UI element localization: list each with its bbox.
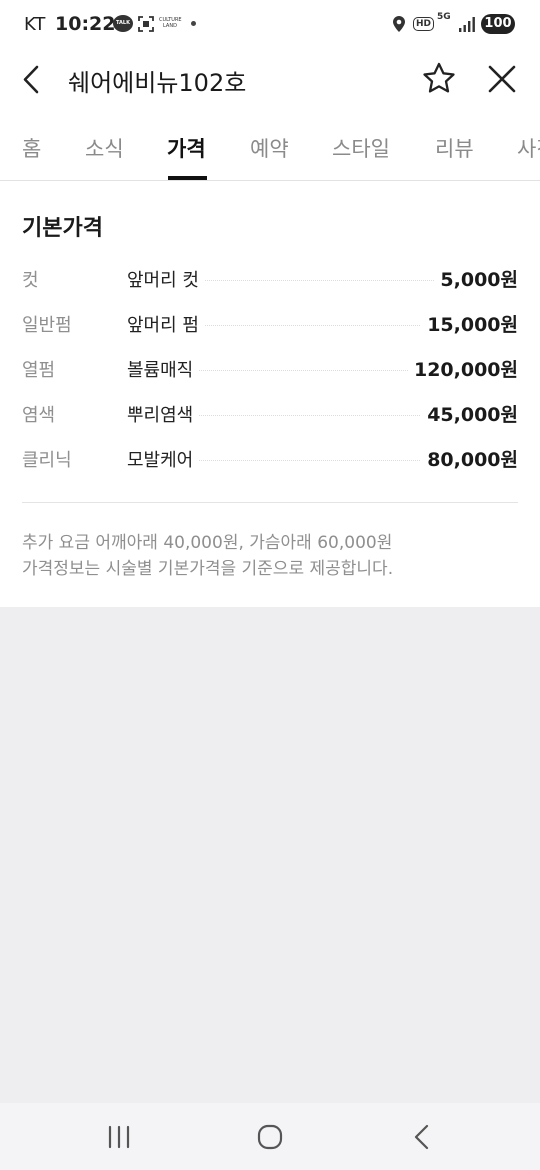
price-value: 45,000원 [421,400,518,427]
price-item-name: 뿌리염색 [127,401,200,427]
system-back-button[interactable] [406,1121,438,1153]
price-category: 클리닉 [22,450,72,471]
section-title: 기본가격 [22,216,103,241]
signal-icon [458,15,476,33]
screenshot-icon [137,15,155,33]
tab-news[interactable]: 소식 [85,133,124,163]
status-bar: KT 10:22 TALK CULTURE LAND HD 5G 100 [0,0,540,50]
price-row: 염색 뿌리염색 45,000원 [22,399,518,429]
section-divider [22,502,518,503]
system-navigation-bar [0,1103,540,1170]
culture-land-icon: CULTURE LAND [159,17,182,29]
hd-voice-icon: HD [413,17,435,31]
location-icon [392,15,406,33]
price-row: 컷 앞머리 컷 5,000원 [22,264,518,294]
tab-style[interactable]: 스타일 [332,133,390,163]
price-row: 일반펌 앞머리 펌 15,000원 [22,309,518,339]
price-info-note: 가격정보는 시술별 기본가격을 기준으로 제공합니다. [22,559,394,579]
price-value: 120,000원 [407,355,518,382]
tab-reservation[interactable]: 예약 [250,133,289,163]
price-item-name: 모발케어 [127,446,200,472]
page-title: 쉐어에비뉴102호 [68,69,247,97]
more-notifications-dot-icon [191,21,196,26]
recent-apps-button[interactable] [103,1121,135,1153]
tab-price[interactable]: 가격 [167,133,206,163]
home-button[interactable] [254,1121,286,1153]
active-tab-indicator [168,176,207,180]
price-item-name: 앞머리 펌 [127,311,205,337]
recent-apps-icon [108,1125,130,1149]
price-item-name: 앞머리 컷 [127,266,205,292]
carrier-label: KT [24,14,46,35]
app-header: 쉐어에비뉴102호 [0,50,540,110]
price-category: 열펌 [22,360,56,381]
close-icon [488,65,516,93]
tab-review[interactable]: 리뷰 [435,133,474,163]
price-category: 염색 [22,405,56,426]
star-icon [423,62,455,93]
price-value: 80,000원 [421,445,518,472]
tab-home[interactable]: 홈 [22,133,41,163]
close-button[interactable] [484,61,520,97]
battery-icon: 100 [481,14,515,34]
favorite-button[interactable] [420,60,458,98]
home-icon [257,1124,283,1150]
back-button[interactable] [14,62,50,98]
network-5g-icon: 5G [437,12,451,22]
price-value: 15,000원 [421,310,518,337]
tab-photo[interactable]: 사진 [517,133,540,163]
price-category: 일반펌 [22,315,72,336]
talk-notification-icon: TALK [113,15,133,32]
extra-charge-note: 추가 요금 어깨아래 40,000원, 가슴아래 60,000원 [22,533,393,553]
price-item-name: 볼륨매직 [127,356,200,382]
tab-bar: 홈 소식 가격 예약 스타일 리뷰 사진 [0,118,540,181]
clock-time: 10:22 [55,13,116,35]
back-arrow-icon [414,1124,429,1150]
price-row: 클리닉 모발케어 80,000원 [22,444,518,474]
price-value: 5,000원 [434,265,518,292]
chevron-left-icon [23,65,39,94]
price-category: 컷 [22,270,39,291]
price-row: 열펌 볼륨매직 120,000원 [22,354,518,384]
